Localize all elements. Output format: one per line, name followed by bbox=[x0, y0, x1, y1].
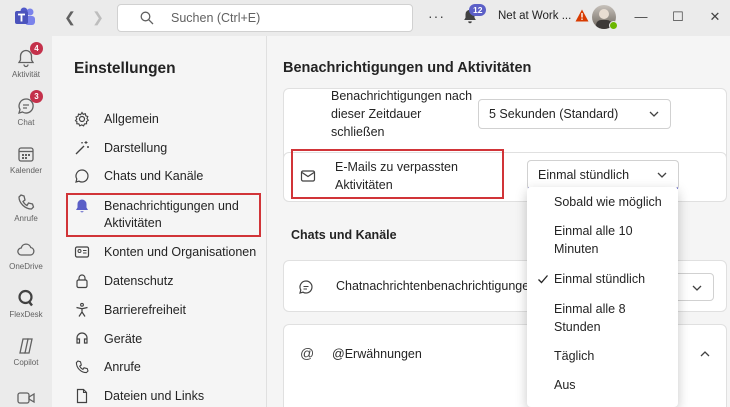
presence-status-icon bbox=[609, 21, 618, 30]
settings-item-label: Konten und Organisationen bbox=[104, 245, 257, 259]
back-arrow-icon[interactable]: ❮ bbox=[62, 9, 78, 25]
settings-item-label: Dateien und Links bbox=[104, 389, 205, 403]
rail-label-copilot: Copilot bbox=[13, 358, 39, 367]
email-frequency-value: Einmal stündlich bbox=[538, 168, 630, 182]
mentions-label: @Erwähnungen bbox=[332, 347, 422, 361]
cloud-icon bbox=[17, 243, 35, 256]
duration-label-line2: dieser Zeitdauer bbox=[331, 107, 422, 121]
rail-label-activity: Aktivität bbox=[11, 70, 40, 79]
chevron-down-icon bbox=[657, 172, 667, 178]
rail-item-calendar[interactable]: Kalender bbox=[0, 144, 52, 175]
rail-item-copilot[interactable]: Copilot bbox=[0, 336, 52, 367]
wand-icon bbox=[75, 141, 89, 155]
phone-icon bbox=[75, 360, 89, 374]
settings-item-label: Allgemein bbox=[104, 112, 159, 126]
duration-label-line3: schließen bbox=[331, 125, 385, 139]
settings-item-label: Darstellung bbox=[104, 141, 168, 155]
settings-item-label: Barrierefreiheit bbox=[104, 303, 186, 317]
menu-option-8h-line1: Einmal alle 8 bbox=[554, 302, 626, 316]
forward-arrow-icon[interactable]: ❯ bbox=[90, 9, 106, 25]
duration-label-line1: Benachrichtigungen nach bbox=[331, 89, 473, 103]
lock-icon bbox=[76, 274, 88, 289]
phone-icon bbox=[18, 194, 35, 210]
menu-option-8h[interactable]: Einmal alle 8 Stunden bbox=[554, 300, 626, 336]
rail-item-flexdesk[interactable]: FlexDesk bbox=[0, 288, 52, 319]
search-box[interactable]: Suchen (Ctrl+E) bbox=[117, 4, 413, 32]
calendar-icon bbox=[18, 147, 34, 162]
video-icon bbox=[17, 392, 35, 404]
activity-button[interactable]: 12 bbox=[461, 4, 487, 27]
duration-label: Benachrichtigungen nach dieser Zeitdauer… bbox=[331, 87, 472, 141]
rail-label-calendar: Kalender bbox=[9, 166, 43, 175]
menu-option-8h-line2: Stunden bbox=[554, 320, 601, 334]
highlight-email-setting bbox=[291, 149, 504, 199]
rail-label-onedrive: OneDrive bbox=[9, 262, 43, 271]
rail-item-onedrive[interactable]: OneDrive bbox=[0, 240, 52, 271]
id-card-icon bbox=[74, 246, 90, 258]
menu-option-10min-line1: Einmal alle 10 bbox=[554, 224, 633, 238]
rail-label-flexdesk: FlexDesk bbox=[9, 310, 43, 319]
warning-icon[interactable] bbox=[575, 9, 589, 22]
duration-dropdown-value: 5 Sekunden (Standard) bbox=[489, 107, 619, 121]
page-title: Benachrichtigungen und Aktivitäten bbox=[283, 60, 532, 76]
chat-icon bbox=[299, 280, 313, 294]
settings-item-label: Geräte bbox=[104, 332, 143, 346]
highlight-notifications-nav bbox=[66, 193, 261, 237]
minimize-button[interactable]: — bbox=[632, 8, 650, 26]
menu-option-10min[interactable]: Einmal alle 10 Minuten bbox=[554, 222, 633, 258]
chevron-down-icon bbox=[649, 111, 659, 117]
app-rail: 4 Aktivität 3 Chat Kalender Anrufe OneDr… bbox=[0, 36, 52, 407]
chat-notifications-label: Chatnachrichtenbenachrichtigungen bbox=[336, 279, 537, 293]
menu-option-10min-line2: Minuten bbox=[554, 242, 599, 256]
maximize-button[interactable]: ☐ bbox=[669, 8, 687, 26]
email-frequency-menu: Sobald wie möglich Einmal alle 10 Minute… bbox=[527, 187, 678, 407]
settings-item-label: Chats und Kanäle bbox=[104, 169, 204, 183]
chat-icon bbox=[75, 169, 89, 183]
close-button[interactable]: ✕ bbox=[706, 8, 724, 26]
settings-title: Einstellungen bbox=[74, 60, 176, 77]
search-icon bbox=[140, 11, 154, 25]
rail-label-calls: Anrufe bbox=[14, 214, 38, 223]
checkmark-icon bbox=[538, 275, 548, 284]
more-options-button[interactable]: ··· bbox=[428, 8, 445, 24]
org-name[interactable]: Net at Work ... bbox=[498, 10, 571, 22]
rail-item-chat[interactable]: 3 Chat bbox=[0, 90, 52, 127]
teams-logo-icon[interactable] bbox=[14, 6, 36, 28]
chevron-down-icon bbox=[692, 285, 702, 291]
rail-item-video[interactable] bbox=[0, 388, 52, 407]
flexdesk-icon bbox=[18, 289, 33, 307]
menu-option-asap[interactable]: Sobald wie möglich bbox=[554, 193, 662, 211]
copilot-icon bbox=[19, 338, 33, 354]
chat-badge: 3 bbox=[30, 90, 43, 103]
email-frequency-dropdown[interactable]: Einmal stündlich bbox=[527, 160, 679, 190]
at-icon: @ bbox=[300, 345, 315, 361]
settings-item-label: Anrufe bbox=[104, 360, 141, 374]
title-bar: ❮ ❯ Suchen (Ctrl+E) ··· 12 Net at Work .… bbox=[0, 0, 730, 36]
menu-option-daily[interactable]: Täglich bbox=[554, 347, 594, 365]
settings-item-label: Datenschutz bbox=[104, 274, 174, 288]
menu-option-off[interactable]: Aus bbox=[554, 376, 576, 394]
search-placeholder: Suchen (Ctrl+E) bbox=[171, 11, 261, 25]
duration-dropdown[interactable]: 5 Sekunden (Standard) bbox=[478, 99, 671, 129]
accessibility-icon bbox=[76, 302, 88, 317]
file-icon bbox=[76, 388, 88, 404]
chevron-up-icon[interactable] bbox=[699, 348, 711, 360]
rail-item-calls[interactable]: Anrufe bbox=[0, 192, 52, 223]
section-title-chats: Chats und Kanäle bbox=[291, 228, 397, 242]
device-icon bbox=[76, 332, 88, 344]
activity-count-badge: 12 bbox=[469, 4, 487, 16]
activity-badge: 4 bbox=[30, 42, 43, 55]
menu-option-hourly[interactable]: Einmal stündlich bbox=[554, 270, 645, 288]
rail-label-chat: Chat bbox=[17, 118, 35, 127]
rail-item-activity[interactable]: 4 Aktivität bbox=[0, 42, 52, 79]
gear-icon bbox=[74, 111, 90, 127]
